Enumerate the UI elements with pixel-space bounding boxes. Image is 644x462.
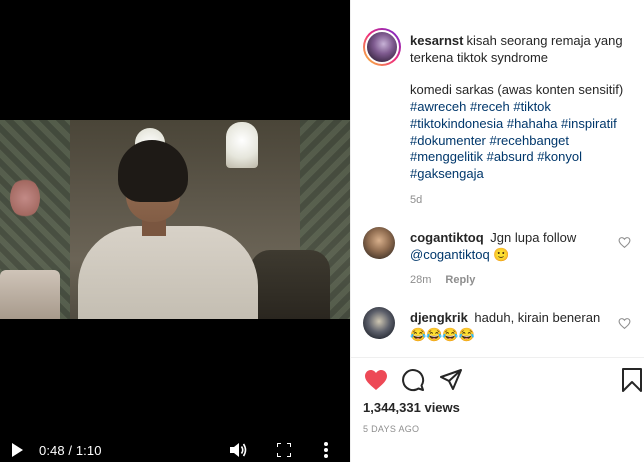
comments-section[interactable]: kesarnst kisah seorang remaja yang terken… bbox=[351, 0, 644, 357]
chair bbox=[250, 250, 330, 319]
view-count[interactable]: 1,344,331 views bbox=[363, 400, 460, 415]
comment-like-icon[interactable] bbox=[618, 236, 631, 249]
post-age[interactable]: 5d bbox=[410, 194, 422, 206]
post-caption: kesarnst kisah seorang remaja yang terken… bbox=[410, 33, 636, 183]
post-date[interactable]: 5 DAYS AGO bbox=[363, 424, 419, 434]
play-button[interactable] bbox=[9, 441, 25, 459]
more-vertical-icon bbox=[324, 442, 328, 458]
video-frame[interactable] bbox=[0, 120, 350, 319]
post-actions: 1,344,331 views 5 DAYS AGO bbox=[351, 357, 644, 462]
comment-emoji: 😂😂😂😂 bbox=[410, 327, 475, 342]
hoodie bbox=[78, 226, 258, 319]
comment-text: haduh, kirain beneran bbox=[474, 310, 601, 325]
comment-item: djengkrik haduh, kirain beneran 😂😂😂😂 bbox=[410, 309, 610, 343]
view-count-label: views bbox=[424, 400, 460, 415]
person-figure bbox=[70, 140, 260, 319]
comment-button[interactable] bbox=[401, 368, 425, 392]
video-time: 0:48 / 1:10 bbox=[39, 443, 102, 458]
volume-icon bbox=[230, 443, 247, 457]
comment-age[interactable]: 28m bbox=[410, 274, 431, 286]
author-avatar-image bbox=[365, 30, 399, 64]
more-options-button[interactable] bbox=[318, 440, 334, 460]
heart-filled-icon bbox=[365, 370, 387, 390]
comment-like-icon[interactable] bbox=[618, 317, 631, 330]
bookmark-icon bbox=[622, 368, 642, 392]
caption-hashtags[interactable]: #awreceh #receh #tiktok #tiktokindonesia… bbox=[410, 99, 636, 183]
commenter-avatar[interactable] bbox=[363, 307, 395, 339]
table bbox=[0, 270, 60, 319]
comment-icon bbox=[402, 369, 425, 392]
comment-username[interactable]: cogantiktoq bbox=[410, 230, 484, 245]
save-button[interactable] bbox=[621, 368, 643, 392]
share-icon bbox=[440, 369, 462, 390]
post-sidebar: kesarnst kisah seorang remaja yang terken… bbox=[350, 0, 644, 462]
comment-text: Jgn lupa follow bbox=[490, 230, 577, 245]
reply-button[interactable]: Reply bbox=[445, 274, 475, 286]
video-controls: 0:48 / 1:10 bbox=[0, 438, 350, 462]
comment-username[interactable]: djengkrik bbox=[410, 310, 468, 325]
comment-emoji: 🙂 bbox=[493, 247, 510, 262]
share-button[interactable] bbox=[439, 368, 463, 392]
volume-button[interactable] bbox=[228, 440, 250, 460]
comment-item: cogantiktoq Jgn lupa follow @cogantiktoq… bbox=[410, 229, 610, 263]
fullscreen-icon bbox=[277, 443, 291, 457]
comment-mention[interactable]: @cogantiktoq bbox=[410, 247, 490, 262]
like-button[interactable] bbox=[364, 368, 388, 392]
caption-subtitle: komedi sarkas (awas konten sensitif) bbox=[410, 82, 624, 98]
video-player[interactable]: 0:48 / 1:10 bbox=[0, 0, 350, 462]
fullscreen-button[interactable] bbox=[275, 441, 293, 459]
hair bbox=[118, 140, 188, 202]
author-username[interactable]: kesarnst bbox=[410, 33, 463, 48]
author-avatar[interactable] bbox=[363, 28, 401, 66]
play-icon bbox=[12, 443, 23, 457]
flowers bbox=[10, 178, 40, 218]
view-count-number: 1,344,331 bbox=[363, 400, 421, 415]
commenter-avatar[interactable] bbox=[363, 227, 395, 259]
comment-meta: 28m Reply bbox=[410, 274, 475, 286]
